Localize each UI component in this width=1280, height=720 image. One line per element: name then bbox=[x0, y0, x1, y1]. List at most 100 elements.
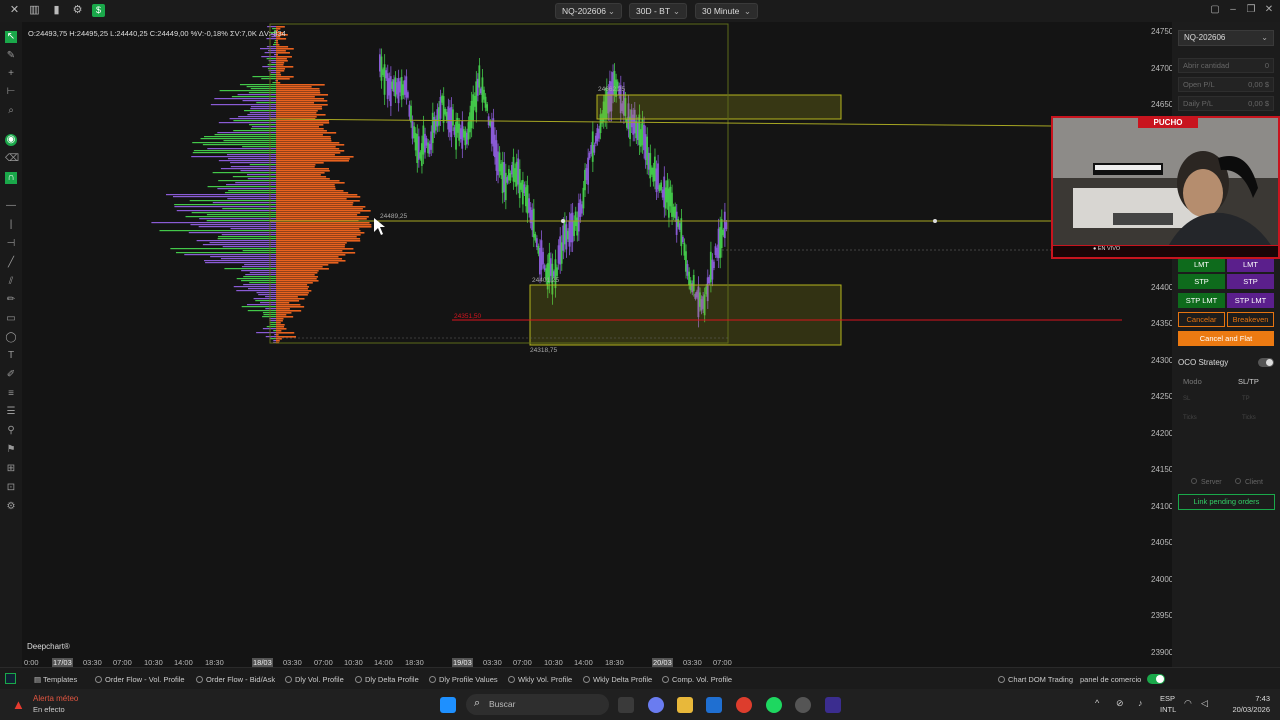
ray-icon[interactable]: ⊣ bbox=[5, 238, 17, 250]
task-view-icon[interactable] bbox=[618, 697, 634, 713]
chart-dom-radio[interactable]: Chart DOM Trading bbox=[998, 675, 1073, 684]
indicator-tab[interactable]: Order Flow - Bid/Ask bbox=[196, 675, 275, 684]
period-dropdown[interactable]: 30D - BT ⌄ bbox=[629, 3, 687, 19]
vline-icon[interactable]: | bbox=[5, 219, 17, 231]
pen-icon[interactable]: ✐ bbox=[5, 369, 17, 381]
panel-toggle[interactable] bbox=[1147, 674, 1165, 684]
indicator-tab[interactable]: Dly Profile Values bbox=[429, 675, 498, 684]
bar-chart-icon[interactable]: ▮ bbox=[50, 4, 63, 17]
spotify-icon[interactable] bbox=[766, 697, 782, 713]
copilot-icon[interactable] bbox=[648, 697, 664, 713]
close-window-icon[interactable]: ✕ bbox=[1262, 4, 1276, 16]
volume-icon[interactable]: ◁ bbox=[1201, 698, 1208, 709]
sell-stp-lmt-button[interactable]: STP LMT bbox=[1227, 293, 1274, 308]
minimize-icon[interactable]: – bbox=[1226, 4, 1240, 16]
buy-stp-button[interactable]: STP bbox=[1178, 274, 1225, 289]
tray-chevron-icon[interactable]: ^ bbox=[1095, 698, 1099, 708]
indicator-tab[interactable]: Wkly Delta Profile bbox=[583, 675, 652, 684]
layout-icon[interactable]: ▥ bbox=[28, 4, 41, 17]
text-icon[interactable]: T bbox=[5, 350, 17, 362]
cancel-button[interactable]: Cancelar bbox=[1178, 312, 1225, 327]
weather-alert-icon[interactable]: ▲ bbox=[12, 697, 25, 712]
oco-toggle[interactable] bbox=[1258, 358, 1274, 367]
lines-icon[interactable]: ☰ bbox=[5, 406, 17, 418]
eye-icon[interactable]: ◉ bbox=[5, 134, 17, 146]
zoom-icon[interactable]: ⌕ bbox=[5, 105, 17, 117]
wifi-icon[interactable]: ◠ bbox=[1184, 698, 1192, 709]
file-explorer-icon[interactable] bbox=[677, 697, 693, 713]
ruler-icon[interactable]: ⊞ bbox=[5, 463, 17, 475]
price-chart[interactable]: O:24493,75 H:24495,25 L:24440,25 C:24449… bbox=[22, 22, 1184, 667]
cancel-and-flat-button[interactable]: Cancel and Flat bbox=[1178, 331, 1274, 346]
deepchart-app-icon[interactable] bbox=[825, 697, 841, 713]
restore-icon[interactable]: ▢ bbox=[1208, 4, 1222, 16]
buy-lmt-button[interactable]: LMT bbox=[1178, 257, 1225, 272]
candle-body bbox=[400, 76, 403, 100]
store-icon[interactable] bbox=[706, 697, 722, 713]
client-radio[interactable]: Client bbox=[1235, 478, 1263, 486]
candle-body bbox=[598, 128, 600, 139]
channel-icon[interactable]: ⫽ bbox=[5, 276, 17, 288]
lang-secondary[interactable]: INTL bbox=[1160, 705, 1176, 714]
profile-bar bbox=[276, 246, 345, 248]
open-qty-field[interactable]: Abrir cantidad 0 bbox=[1178, 58, 1274, 73]
mode-select[interactable]: SL/TP bbox=[1238, 377, 1259, 386]
brush-icon[interactable]: ✎ bbox=[5, 50, 17, 62]
trendline-icon[interactable]: ╱ bbox=[5, 257, 17, 269]
ellipse-icon[interactable]: ◯ bbox=[5, 332, 17, 344]
measure-icon[interactable]: ⊢ bbox=[5, 86, 17, 98]
gear-icon[interactable]: ⚙ bbox=[71, 4, 84, 17]
timeframe-dropdown[interactable]: 30 Minute ⌄ bbox=[695, 3, 758, 19]
dollar-icon[interactable]: $ bbox=[92, 4, 105, 17]
panel-symbol-dropdown[interactable]: NQ-202606 ⌄ bbox=[1178, 30, 1274, 46]
candle-body bbox=[419, 152, 422, 159]
lock-icon[interactable]: ⊡ bbox=[5, 482, 17, 494]
lang-primary[interactable]: ESP bbox=[1160, 694, 1175, 703]
symbol-dropdown[interactable]: NQ-202606 ⌄ bbox=[555, 3, 622, 19]
link-pending-orders-button[interactable]: Link pending orders bbox=[1178, 494, 1275, 510]
sell-lmt-button[interactable]: LMT bbox=[1227, 257, 1274, 272]
candle-body bbox=[666, 180, 669, 203]
search-box[interactable]: ⌕ Buscar bbox=[466, 694, 609, 715]
eraser-icon[interactable]: ⌫ bbox=[5, 153, 19, 165]
list-icon[interactable]: ≡ bbox=[5, 388, 17, 400]
templates-button[interactable]: ▤ Templates bbox=[34, 675, 77, 684]
delta-bar bbox=[217, 188, 276, 190]
line-handle[interactable] bbox=[561, 219, 565, 223]
chrome-icon[interactable] bbox=[736, 697, 752, 713]
chart-canvas[interactable] bbox=[22, 22, 1172, 667]
indicator-tab[interactable]: Wkly Vol. Profile bbox=[508, 675, 572, 684]
buy-stp-lmt-button[interactable]: STP LMT bbox=[1178, 293, 1225, 308]
clock-time[interactable]: 7:43 bbox=[1226, 694, 1270, 703]
indicator-tab[interactable]: Comp. Vol. Profile bbox=[662, 675, 732, 684]
panel-icon[interactable] bbox=[5, 673, 16, 684]
clock-date[interactable]: 20/03/2026 bbox=[1220, 705, 1270, 714]
supply-zone[interactable] bbox=[596, 94, 842, 120]
flag-icon[interactable]: ⚑ bbox=[5, 444, 17, 456]
network-icon[interactable]: ⊘ bbox=[1116, 698, 1124, 709]
line-handle[interactable] bbox=[933, 219, 937, 223]
sell-stp-button[interactable]: STP bbox=[1227, 274, 1274, 289]
rectangle-icon[interactable]: ▭ bbox=[5, 313, 17, 325]
indicator-tab[interactable]: Order Flow - Vol. Profile bbox=[95, 675, 185, 684]
maximize-icon[interactable]: ❐ bbox=[1244, 4, 1258, 16]
cursor-icon[interactable]: ↖ bbox=[5, 31, 17, 43]
obs-icon[interactable] bbox=[795, 697, 811, 713]
magnet-icon[interactable]: ∩ bbox=[5, 172, 17, 184]
indicator-tab[interactable]: Dly Delta Profile bbox=[355, 675, 419, 684]
mic-icon[interactable]: ♪ bbox=[1138, 698, 1143, 708]
server-radio[interactable]: Server bbox=[1191, 478, 1222, 486]
settings-icon[interactable]: ⚙ bbox=[5, 501, 17, 513]
pencil-icon[interactable]: ✏ bbox=[5, 294, 17, 306]
weather-alert[interactable]: Alerta méteo bbox=[33, 694, 78, 703]
breakeven-button[interactable]: Breakeven bbox=[1227, 312, 1274, 327]
demand-zone[interactable] bbox=[529, 284, 842, 346]
indicator-tab[interactable]: Dly Vol. Profile bbox=[285, 675, 344, 684]
upper-level-line[interactable] bbox=[269, 118, 1053, 127]
stamp-icon[interactable]: ⚲ bbox=[5, 425, 17, 437]
windows-start-icon[interactable] bbox=[440, 697, 456, 713]
crosshair-icon[interactable]: + bbox=[5, 68, 17, 80]
hline-icon[interactable]: — bbox=[5, 200, 17, 212]
delta-bar bbox=[274, 334, 276, 336]
close-icon[interactable]: ✕ bbox=[8, 4, 21, 17]
